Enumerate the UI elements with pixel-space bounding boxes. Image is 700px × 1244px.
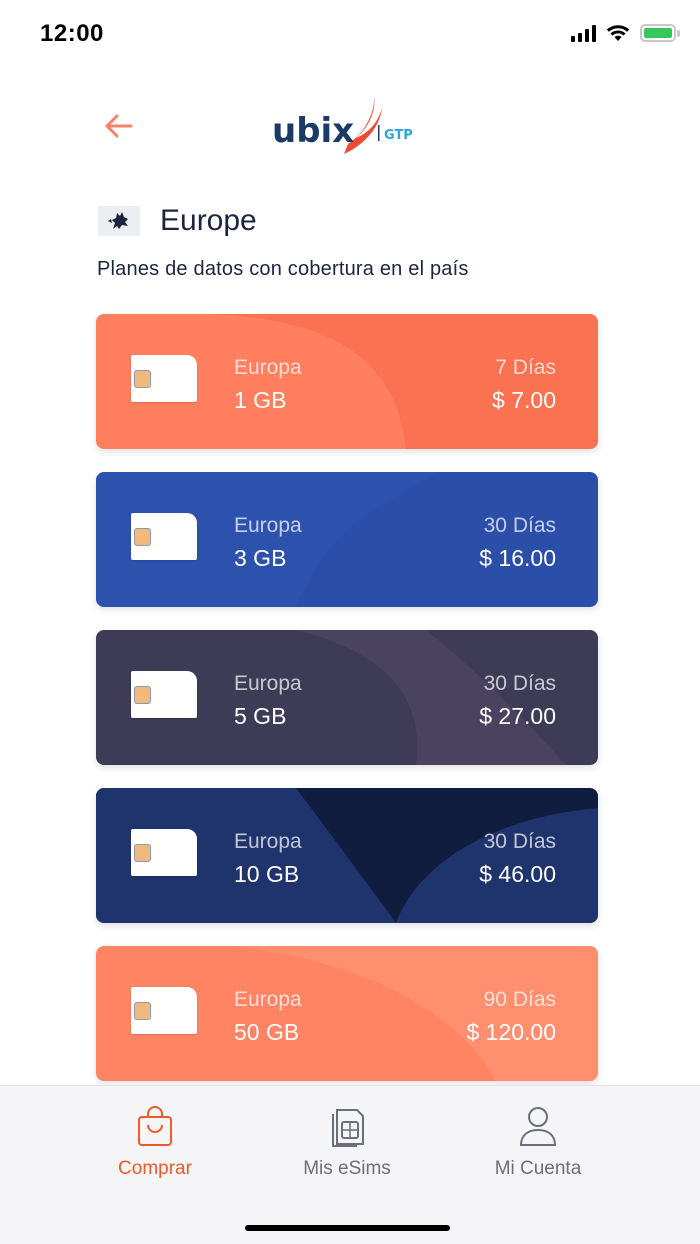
arrow-left-icon bbox=[105, 114, 133, 138]
plan-data: 1 GB bbox=[234, 387, 287, 413]
esim-card-icon bbox=[332, 1109, 364, 1147]
cellular-signal-icon bbox=[571, 24, 596, 42]
plan-list: Europa 1 GB 7 Días $ 7.00 Europa 3 GB 30… bbox=[96, 314, 598, 1104]
plan-price: $ 46.00 bbox=[479, 861, 556, 887]
shopping-bag-icon bbox=[138, 1106, 172, 1146]
plan-price: $ 27.00 bbox=[479, 703, 556, 729]
home-indicator bbox=[245, 1225, 450, 1231]
plan-card-5gb[interactable]: Europa 5 GB 30 Días $ 27.00 bbox=[96, 630, 598, 765]
plan-card-3gb[interactable]: Europa 3 GB 30 Días $ 16.00 bbox=[96, 472, 598, 607]
plan-region: Europa bbox=[234, 514, 302, 537]
nav-label-mis-esims: Mis eSims bbox=[303, 1158, 391, 1179]
plan-price: $ 120.00 bbox=[466, 1019, 556, 1045]
plan-card-10gb[interactable]: Europa 10 GB 30 Días $ 46.00 bbox=[96, 788, 598, 923]
ubix-logo: ubix GTP bbox=[270, 92, 430, 162]
sim-card-icon bbox=[131, 513, 197, 560]
plan-region: Europa bbox=[234, 988, 302, 1011]
plan-duration: 7 Días bbox=[495, 356, 556, 379]
plan-region: Europa bbox=[234, 356, 302, 379]
plan-data: 50 GB bbox=[234, 1019, 300, 1045]
plan-region: Europa bbox=[234, 830, 302, 853]
plan-duration: 30 Días bbox=[483, 672, 556, 695]
nav-item-mis-esims[interactable]: Mis eSims bbox=[267, 1104, 427, 1180]
wifi-icon bbox=[606, 25, 630, 41]
user-icon bbox=[519, 1107, 557, 1146]
status-icons bbox=[571, 24, 680, 42]
plan-duration: 30 Días bbox=[483, 514, 556, 537]
region-header: Europe bbox=[98, 204, 257, 238]
plans-subtitle: Planes de datos con cobertura en el país bbox=[97, 258, 469, 280]
battery-level bbox=[644, 28, 672, 38]
plan-duration: 90 Días bbox=[483, 988, 556, 1011]
bottom-nav: Comprar Mis eSims Mi Cuenta bbox=[0, 1085, 700, 1244]
battery-icon bbox=[640, 24, 680, 42]
status-bar: 12:00 bbox=[0, 0, 700, 68]
sim-card-icon bbox=[131, 829, 197, 876]
nav-item-mi-cuenta[interactable]: Mi Cuenta bbox=[458, 1104, 618, 1180]
sim-card-icon bbox=[131, 987, 197, 1034]
back-button[interactable] bbox=[100, 108, 136, 144]
status-time: 12:00 bbox=[40, 20, 104, 47]
plan-region: Europa bbox=[234, 672, 302, 695]
region-name: Europe bbox=[160, 204, 257, 237]
sim-card-icon bbox=[131, 671, 197, 718]
europe-map-icon bbox=[98, 206, 140, 236]
nav-label-comprar: Comprar bbox=[118, 1158, 192, 1179]
plan-card-1gb[interactable]: Europa 1 GB 7 Días $ 7.00 bbox=[96, 314, 598, 449]
plan-duration: 30 Días bbox=[483, 830, 556, 853]
nav-label-mi-cuenta: Mi Cuenta bbox=[494, 1158, 582, 1179]
logo-text: ubix bbox=[272, 111, 354, 151]
logo-suffix: GTP bbox=[384, 128, 413, 143]
nav-item-comprar[interactable]: Comprar bbox=[75, 1104, 235, 1180]
plan-card-50gb[interactable]: Europa 50 GB 90 Días $ 120.00 bbox=[96, 946, 598, 1081]
plan-data: 10 GB bbox=[234, 861, 300, 887]
plan-price: $ 16.00 bbox=[479, 545, 556, 571]
plan-price: $ 7.00 bbox=[492, 387, 556, 413]
plan-data: 3 GB bbox=[234, 545, 287, 571]
sim-card-icon bbox=[131, 355, 197, 402]
plan-data: 5 GB bbox=[234, 703, 287, 729]
